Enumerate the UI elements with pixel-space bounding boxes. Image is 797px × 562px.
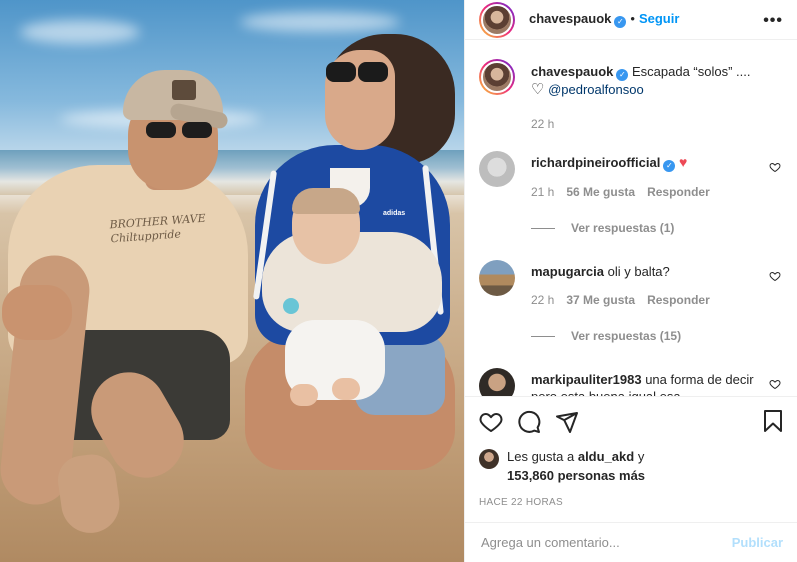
author-username[interactable]: chavespauok <box>529 11 611 26</box>
view-replies-button[interactable]: Ver respuestas (15) <box>531 329 781 343</box>
share-icon[interactable] <box>555 410 579 434</box>
header-user: chavespauok ✓ • Seguir <box>529 11 679 28</box>
comment-likes[interactable]: 37 Me gusta <box>566 293 635 307</box>
comment-text: oli y balta? <box>607 264 670 279</box>
post-sidebar: chavespauok ✓ • Seguir ••• chavespauok ✓ Esc… <box>464 0 797 562</box>
likes-summary: Les gusta a aldu_akd y 153,860 personas … <box>479 447 783 485</box>
replies-line <box>531 335 555 337</box>
cloud <box>20 20 140 44</box>
separator-dot: • <box>630 11 635 26</box>
caption-avatar[interactable] <box>479 59 515 95</box>
man-foot <box>54 451 124 537</box>
caption-meta: 22 h <box>531 117 781 131</box>
view-replies-label: Ver respuestas (1) <box>571 221 675 235</box>
likes-count[interactable]: 153,860 personas más <box>507 468 645 483</box>
like-comment-heart-icon[interactable] <box>769 378 781 390</box>
commenter-avatar[interactable] <box>479 368 515 396</box>
red-heart-emoji: ♥ <box>678 154 688 170</box>
caption: chavespauok ✓ Escapada “solos” .... ♡ @pe… <box>479 59 781 131</box>
verified-badge-icon: ✓ <box>616 69 629 81</box>
follow-button[interactable]: Seguir <box>639 11 679 26</box>
cap-patch <box>172 80 196 100</box>
caption-username[interactable]: chavespauok <box>531 64 613 79</box>
more-options-icon[interactable]: ••• <box>763 12 783 30</box>
publish-button[interactable]: Publicar <box>732 535 783 550</box>
view-replies-label: Ver respuestas (15) <box>571 329 682 343</box>
like-comment-heart-icon[interactable] <box>769 161 781 173</box>
man-hand <box>2 285 72 340</box>
post-actions: Les gusta a aldu_akd y 153,860 personas … <box>465 396 797 519</box>
caption-text: Escapada “solos” .... <box>632 64 751 79</box>
like-comment-heart-icon[interactable] <box>769 270 781 282</box>
baby-foot <box>290 384 318 406</box>
add-comment-input[interactable] <box>481 535 701 550</box>
post-header: chavespauok ✓ • Seguir ••• <box>465 0 797 40</box>
comments-list[interactable]: chavespauok ✓ Escapada “solos” .... ♡ @pe… <box>465 40 797 396</box>
likes-prefix: Les gusta a <box>507 449 575 464</box>
baby-hair <box>292 188 360 214</box>
verified-badge-icon: ✓ <box>663 160 676 172</box>
caption-time[interactable]: 22 h <box>531 117 554 131</box>
reply-button[interactable]: Responder <box>647 293 710 307</box>
action-icons <box>479 409 783 435</box>
caption-mention[interactable]: @pedroalfonsoo <box>548 82 644 97</box>
comment-time[interactable]: 22 h <box>531 293 554 307</box>
caption-heart-icon: ♡ <box>531 81 545 98</box>
comment-meta: 21 h 56 Me gusta Responder <box>531 185 781 199</box>
commenter-username[interactable]: markipauliter1983 <box>531 372 642 387</box>
commenter-username[interactable]: mapugarcia <box>531 264 604 279</box>
author-avatar[interactable] <box>479 1 515 38</box>
post-photo[interactable]: BROTHER WAVE Chiltuppride adidas <box>0 0 464 562</box>
comment-likes[interactable]: 56 Me gusta <box>566 185 635 199</box>
heart-icon[interactable] <box>479 410 503 434</box>
comment-item: markipauliter1983 una forma de decir per… <box>479 368 781 396</box>
view-replies-button[interactable]: Ver respuestas (1) <box>531 221 781 235</box>
cloud <box>240 12 400 32</box>
instagram-post: BROTHER WAVE Chiltuppride adidas chavesp… <box>0 0 797 562</box>
likes-conj: y <box>637 449 645 464</box>
replies-line <box>531 227 555 229</box>
add-comment-bar: Publicar <box>465 522 797 562</box>
liker-username[interactable]: aldu_akd <box>578 449 634 464</box>
jacket-logo: adidas <box>383 210 406 217</box>
baby-foot <box>332 378 360 400</box>
woman-sunglasses <box>326 62 390 84</box>
pacifier <box>283 298 299 314</box>
comment-time[interactable]: 21 h <box>531 185 554 199</box>
post-time[interactable]: HACE 22 HORAS <box>479 497 783 519</box>
man-sunglasses <box>146 122 216 140</box>
commenter-avatar[interactable] <box>479 151 515 187</box>
bookmark-icon[interactable] <box>761 409 785 433</box>
commenter-username[interactable]: richardpineiroofficial <box>531 155 660 170</box>
reply-button[interactable]: Responder <box>647 185 710 199</box>
liker-avatar[interactable] <box>479 449 499 469</box>
comment-icon[interactable] <box>517 410 541 434</box>
comment-item: mapugarcia oli y balta? 22 h 37 Me gusta… <box>479 260 781 343</box>
verified-badge-icon: ✓ <box>614 16 627 28</box>
comment-item: richardpineiroofficial ✓ ♥ 21 h 56 Me gus… <box>479 151 781 235</box>
comment-meta: 22 h 37 Me gusta Responder <box>531 293 781 307</box>
commenter-avatar[interactable] <box>479 260 515 296</box>
